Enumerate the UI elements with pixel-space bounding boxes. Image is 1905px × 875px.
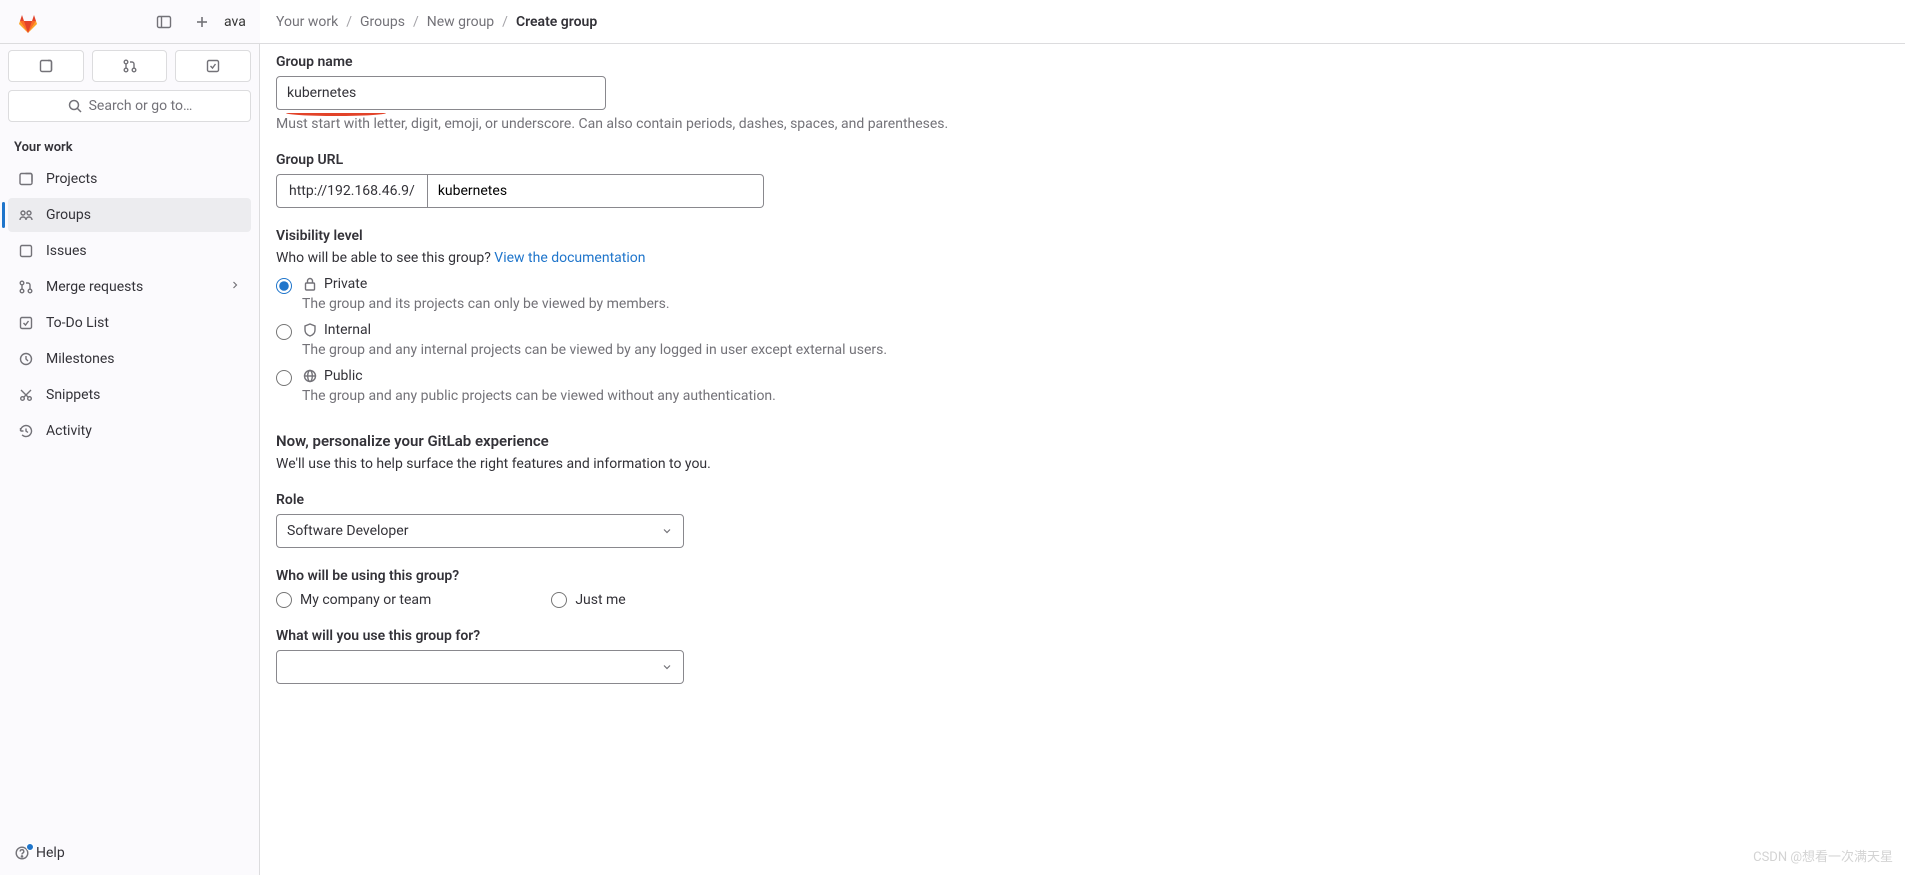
group-url-input[interactable]: [428, 174, 764, 208]
shield-icon: [302, 322, 318, 338]
sidebar-item-label: Issues: [46, 243, 87, 259]
visibility-question: Who will be able to see this group?: [276, 250, 494, 266]
sidebar: Search or go to… Your work Projects Grou…: [0, 44, 260, 875]
sidebar-item-label: Activity: [46, 423, 92, 439]
history-icon: [18, 423, 34, 439]
visibility-option-label: Public: [324, 368, 363, 384]
what-for-label: What will you use this group for?: [276, 628, 1889, 644]
issues-shortcut-button[interactable]: [8, 50, 84, 82]
sidebar-item-label: Projects: [46, 171, 97, 187]
group-name-input[interactable]: [276, 76, 606, 110]
main-content: Group name Must start with letter, digit…: [260, 44, 1905, 875]
chevron-right-icon: [229, 279, 241, 295]
visibility-option-label: Private: [324, 276, 367, 292]
todo-icon: [18, 315, 34, 331]
issues-icon: [18, 243, 34, 259]
create-new-icon[interactable]: [186, 6, 218, 38]
breadcrumb-your-work[interactable]: Your work: [276, 14, 338, 30]
visibility-label: Visibility level: [276, 228, 1889, 244]
who-company-radio[interactable]: [276, 592, 292, 608]
annotation-underline: [286, 110, 386, 116]
sidebar-item-snippets[interactable]: Snippets: [8, 378, 251, 412]
help-button[interactable]: Help: [14, 845, 245, 861]
sidebar-section-label: Your work: [6, 132, 253, 161]
sidebar-item-todo-list[interactable]: To-Do List: [8, 306, 251, 340]
sidebar-item-projects[interactable]: Projects: [8, 162, 251, 196]
sidebar-item-label: Merge requests: [46, 279, 143, 295]
sidebar-item-label: Milestones: [46, 351, 115, 367]
group-name-help: Must start with letter, digit, emoji, or…: [276, 116, 1889, 132]
search-placeholder: Search or go to…: [89, 98, 193, 114]
notification-dot: [26, 843, 34, 851]
group-icon: [18, 207, 34, 223]
group-url-label: Group URL: [276, 152, 1889, 168]
personalize-sub: We'll use this to help surface the right…: [276, 456, 1889, 472]
search-icon: [67, 98, 83, 114]
sidebar-item-milestones[interactable]: Milestones: [8, 342, 251, 376]
visibility-private-radio[interactable]: [276, 278, 292, 294]
sidebar-item-merge-requests[interactable]: Merge requests: [8, 270, 251, 304]
visibility-internal-radio[interactable]: [276, 324, 292, 340]
visibility-option-desc: The group and any internal projects can …: [302, 342, 1889, 358]
avatar[interactable]: ava: [224, 14, 252, 30]
chevron-down-icon: [661, 525, 673, 537]
role-select[interactable]: Software Developer: [276, 514, 684, 548]
globe-icon: [302, 368, 318, 384]
chevron-down-icon: [661, 661, 673, 673]
project-icon: [18, 171, 34, 187]
sidebar-item-groups[interactable]: Groups: [8, 198, 251, 232]
visibility-option-desc: The group and its projects can only be v…: [302, 296, 1889, 312]
sidebar-item-label: To-Do List: [46, 315, 109, 331]
merge-icon: [18, 279, 34, 295]
sidebar-item-activity[interactable]: Activity: [8, 414, 251, 448]
sidebar-item-issues[interactable]: Issues: [8, 234, 251, 268]
role-label: Role: [276, 492, 1889, 508]
sidebar-toggle-icon[interactable]: [148, 6, 180, 38]
who-using-label: Who will be using this group?: [276, 568, 1889, 584]
group-name-label: Group name: [276, 54, 1889, 70]
merge-requests-shortcut-button[interactable]: [92, 50, 168, 82]
todos-shortcut-button[interactable]: [175, 50, 251, 82]
sidebar-item-label: Snippets: [46, 387, 100, 403]
breadcrumb: Your work / Groups / New group / Create …: [260, 14, 597, 30]
scissors-icon: [18, 387, 34, 403]
what-for-select[interactable]: [276, 650, 684, 684]
visibility-doc-link[interactable]: View the documentation: [494, 250, 645, 266]
visibility-public-radio[interactable]: [276, 370, 292, 386]
who-just-me-radio[interactable]: [551, 592, 567, 608]
who-option-label: Just me: [575, 592, 625, 608]
role-value: Software Developer: [287, 523, 408, 539]
breadcrumb-groups[interactable]: Groups: [360, 14, 405, 30]
lock-icon: [302, 276, 318, 292]
search-input[interactable]: Search or go to…: [8, 90, 251, 122]
clock-icon: [18, 351, 34, 367]
breadcrumb-current: Create group: [516, 14, 597, 30]
personalize-heading: Now, personalize your GitLab experience: [276, 432, 1889, 450]
sidebar-item-label: Groups: [46, 207, 91, 223]
breadcrumb-new-group[interactable]: New group: [427, 14, 494, 30]
group-url-prefix: http://192.168.46.9/: [276, 174, 428, 208]
help-label: Help: [36, 845, 65, 861]
gitlab-logo[interactable]: [16, 9, 42, 35]
who-option-label: My company or team: [300, 592, 431, 608]
visibility-option-label: Internal: [324, 322, 371, 338]
visibility-option-desc: The group and any public projects can be…: [302, 388, 1889, 404]
